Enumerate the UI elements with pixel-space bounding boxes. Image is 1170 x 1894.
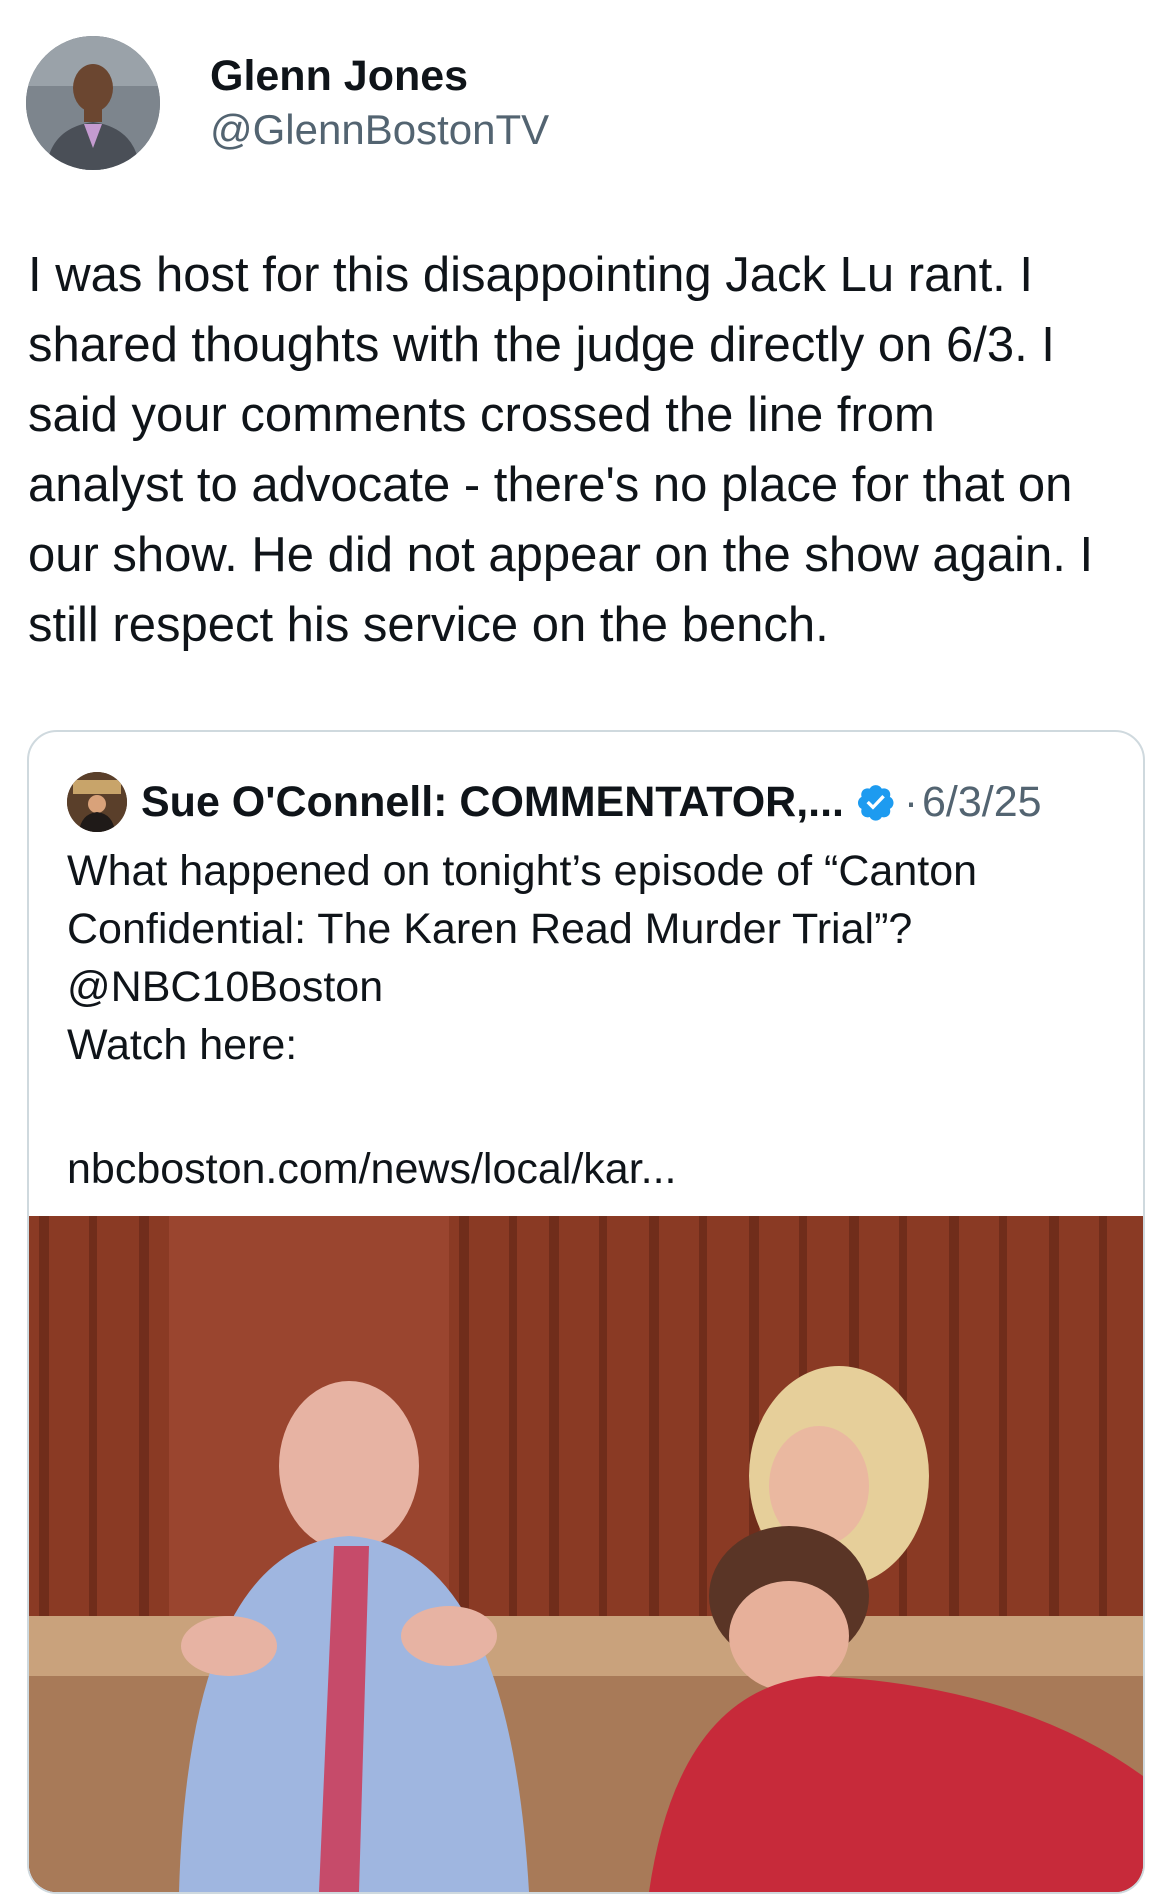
tweet-author-row: Glenn Jones @GlennBostonTV [26, 36, 549, 170]
author-avatar[interactable] [26, 36, 160, 170]
quoted-tweet-card[interactable]: Sue O'Connell: COMMENTATOR,... · 6/3/25 … [27, 730, 1145, 1894]
quoted-tweet-link[interactable]: nbcboston.com/news/local/kar... [67, 1140, 676, 1198]
quoted-tweet-header: Sue O'Connell: COMMENTATOR,... · 6/3/25 [67, 770, 1042, 834]
quoted-author-avatar[interactable] [67, 772, 127, 832]
author-display-name[interactable]: Glenn Jones [210, 49, 549, 103]
quoted-tweet-text: What happened on tonight’s episode of “C… [67, 847, 978, 1069]
tweet-text: I was host for this disappointing Jack L… [28, 248, 1094, 652]
author-handle[interactable]: @GlennBostonTV [210, 103, 549, 157]
quoted-tweet-date[interactable]: 6/3/25 [922, 778, 1042, 827]
quoted-tweet-media-image[interactable] [29, 1216, 1143, 1892]
header-separator: · [904, 778, 918, 825]
quoted-author-name[interactable]: Sue O'Connell: COMMENTATOR,... [141, 778, 844, 827]
verified-badge-icon [856, 782, 896, 822]
